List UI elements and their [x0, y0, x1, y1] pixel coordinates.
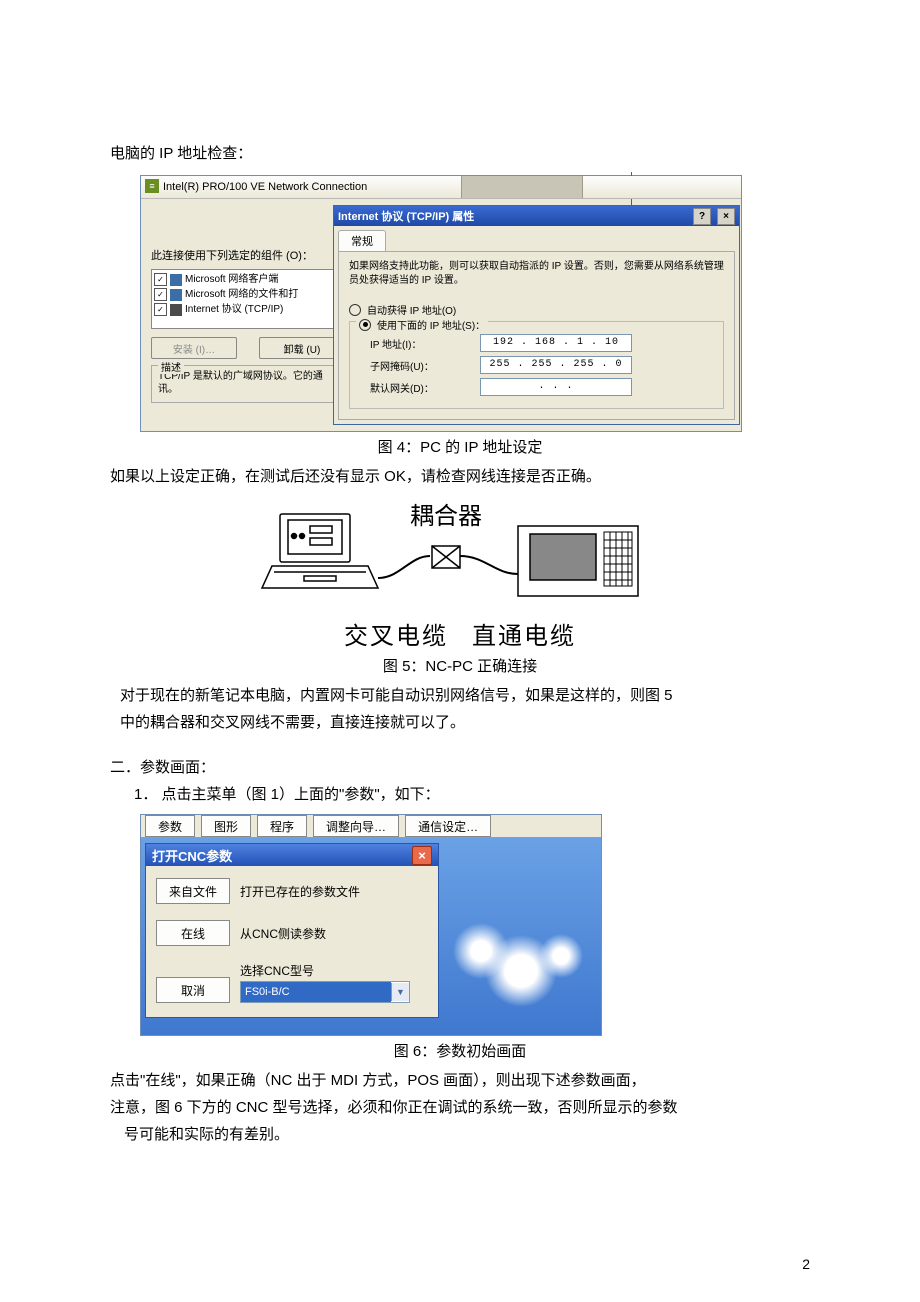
- menu-graph[interactable]: 图形: [201, 815, 251, 837]
- components-label: 此连接使用下列选定的组件 (O)：: [151, 247, 341, 263]
- menu-program[interactable]: 程序: [257, 815, 307, 837]
- cancel-button[interactable]: 取消: [156, 977, 230, 1003]
- component-item[interactable]: ✓ Internet 协议 (TCP/IP): [154, 302, 338, 317]
- after-fig6-a: 点击"在线"，如果正确（NC 出于 MDI 方式，POS 画面），则出现下述参数…: [110, 1067, 810, 1094]
- checkbox-icon[interactable]: ✓: [154, 288, 167, 301]
- dialog-title-text: 打开CNC参数: [152, 846, 232, 865]
- figure-4-caption: 图 4：PC 的 IP 地址设定: [110, 436, 810, 457]
- description-fieldset: 描述 TCP/IP 是默认的广域网协议。它的通讯。: [151, 365, 341, 403]
- menu-tuning-guide[interactable]: 调整向导…: [313, 815, 399, 837]
- protocol-icon: [170, 304, 182, 316]
- client-icon: [170, 274, 182, 286]
- service-icon: [170, 289, 182, 301]
- radio-auto-ip[interactable]: 自动获得 IP 地址(O): [349, 302, 724, 317]
- cnc-model-combo[interactable]: FS0i-B/C ▼: [240, 981, 410, 1003]
- checkbox-icon[interactable]: ✓: [154, 303, 167, 316]
- chevron-down-icon[interactable]: ▼: [391, 983, 409, 1001]
- label-ip: IP 地址(I)：: [358, 336, 480, 351]
- after-fig5-a: 对于现在的新笔记本电脑，内置网卡可能自动识别网络信号，如果是这样的，则图 5: [110, 682, 810, 709]
- radio-manual-ip[interactable]: 使用下面的 IP 地址(S)：: [356, 317, 488, 332]
- online-button[interactable]: 在线: [156, 920, 230, 946]
- menu-parameter[interactable]: 参数: [145, 815, 195, 837]
- description-legend: 描述: [158, 359, 184, 374]
- close-button[interactable]: ×: [717, 208, 735, 225]
- sky-decoration: [441, 841, 601, 1031]
- adapter-icon: ≡: [145, 179, 159, 193]
- network-adapter-title: ≡ Intel(R) PRO/100 VE Network Connection: [141, 176, 741, 199]
- section-2-step: 1． 点击主菜单（图 1）上面的"参数"，如下：: [110, 781, 810, 808]
- from-file-button[interactable]: 来自文件: [156, 878, 230, 904]
- menu-comm-setting[interactable]: 通信设定…: [405, 815, 491, 837]
- figure-5-coupler-diagram: 耦合器 交叉电缆 直通电缆: [260, 496, 660, 651]
- coupler-label: 耦合器: [410, 503, 482, 530]
- dialog-titlebar: 打开CNC参数 ×: [146, 844, 438, 866]
- close-button[interactable]: ×: [412, 846, 432, 865]
- component-label: Internet 协议 (TCP/IP): [185, 302, 283, 317]
- after-fig5-b: 中的耦合器和交叉网线不需要，直接连接就可以了。: [110, 709, 810, 736]
- figure-6-caption: 图 6：参数初始画面: [110, 1040, 810, 1061]
- page-number: 2: [802, 1256, 810, 1272]
- gateway-field[interactable]: . . .: [480, 378, 632, 396]
- tcpip-properties-dialog: Internet 协议 (TCP/IP) 属性 ? × 常规 如果网络支持此功能…: [333, 205, 740, 425]
- component-label: Microsoft 网络的文件和打: [185, 287, 298, 302]
- after-fig6-c: 号可能和实际的有差别。: [110, 1121, 810, 1148]
- radio-icon[interactable]: [359, 319, 371, 331]
- ip-address-field[interactable]: 192 . 168 . 1 . 10: [480, 334, 632, 352]
- component-item[interactable]: ✓ Microsoft 网络客户端: [154, 272, 338, 287]
- component-label: Microsoft 网络客户端: [185, 272, 278, 287]
- dialog-title-text: Internet 协议 (TCP/IP) 属性: [338, 208, 474, 224]
- figure-4-tcpip-dialog: ≡ Intel(R) PRO/100 VE Network Connection…: [140, 175, 742, 432]
- dialog-titlebar: Internet 协议 (TCP/IP) 属性 ? ×: [334, 206, 739, 226]
- radio-label: 自动获得 IP 地址(O): [367, 302, 456, 317]
- after-fig6-b: 注意，图 6 下方的 CNC 型号选择，必须和你正在调试的系统一致，否则所显示的…: [110, 1094, 810, 1121]
- subnet-mask-field[interactable]: 255 . 255 . 255 . 0: [480, 356, 632, 374]
- install-button[interactable]: 安装 (I)…: [151, 337, 237, 359]
- figure-6-cnc-param-dialog: 参数 图形 程序 调整向导… 通信设定… 打开CNC参数 × 来自文件 打开已存…: [140, 814, 602, 1036]
- after-fig4-text: 如果以上设定正确，在测试后还没有显示 OK，请检查网线连接是否正确。: [110, 463, 810, 490]
- adapter-title-text: Intel(R) PRO/100 VE Network Connection: [163, 181, 367, 193]
- help-button[interactable]: ?: [693, 208, 711, 225]
- checkbox-icon[interactable]: ✓: [154, 273, 167, 286]
- online-desc: 从CNC侧读参数: [240, 925, 326, 942]
- label-subnet: 子网掩码(U)：: [358, 358, 480, 373]
- radio-icon[interactable]: [349, 304, 361, 316]
- open-cnc-param-dialog: 打开CNC参数 × 来自文件 打开已存在的参数文件 在线 从CNC侧读参数 取消…: [145, 843, 439, 1018]
- label-straight-cable: 直通电缆: [472, 624, 576, 650]
- combo-selected-value: FS0i-B/C: [241, 982, 391, 1002]
- label-cross-cable: 交叉电缆: [344, 624, 448, 650]
- intro-line: 电脑的 IP 地址检查：: [110, 140, 810, 167]
- tcpip-note: 如果网络支持此功能，则可以获取自动指派的 IP 设置。否则，您需要从网络系统管理…: [349, 260, 724, 288]
- component-item[interactable]: ✓ Microsoft 网络的文件和打: [154, 287, 338, 302]
- description-text: TCP/IP 是默认的广域网协议。它的通讯。: [158, 370, 334, 396]
- radio-label: 使用下面的 IP 地址(S)：: [377, 317, 485, 332]
- from-file-desc: 打开已存在的参数文件: [240, 883, 360, 900]
- label-gateway: 默认网关(D)：: [358, 380, 480, 395]
- main-menubar: 参数 图形 程序 调整向导… 通信设定…: [141, 815, 601, 838]
- section-2-title: 二．参数画面：: [110, 754, 810, 781]
- components-list[interactable]: ✓ Microsoft 网络客户端 ✓ Microsoft 网络的文件和打 ✓ …: [151, 269, 341, 329]
- figure-5-caption: 图 5：NC-PC 正确连接: [110, 655, 810, 676]
- titlebar-slider: [461, 176, 583, 198]
- tab-general[interactable]: 常规: [338, 230, 386, 251]
- select-cnc-label: 选择CNC型号: [240, 962, 410, 979]
